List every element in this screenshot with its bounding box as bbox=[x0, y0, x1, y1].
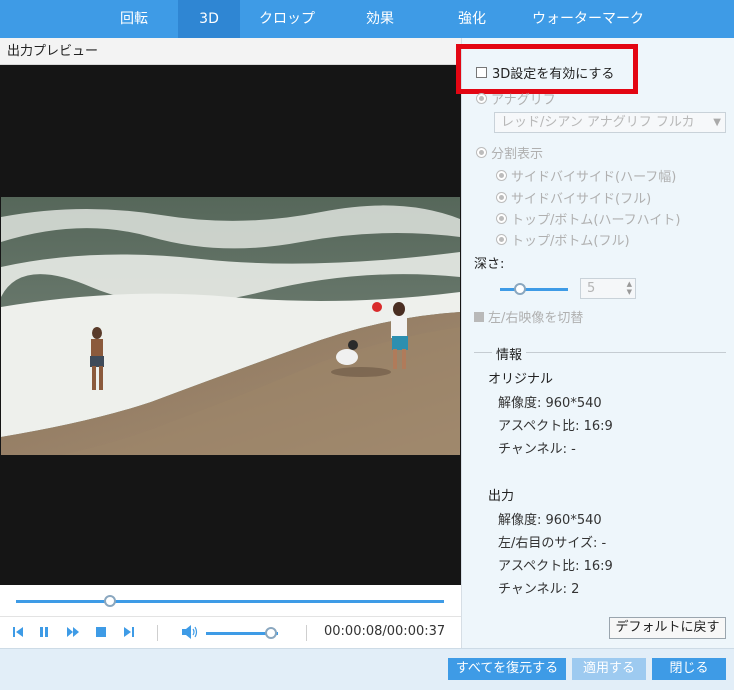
stepper-arrows-icon[interactable]: ▲ ▼ bbox=[627, 280, 632, 296]
split-radio[interactable]: 分割表示 bbox=[476, 143, 543, 162]
pause-icon[interactable] bbox=[36, 623, 52, 641]
depth-label: 深さ: bbox=[474, 257, 505, 272]
tab-3d[interactable]: 3D bbox=[178, 0, 240, 38]
original-channel: チャンネル: - bbox=[498, 442, 576, 457]
split-option-top-bottom-full[interactable]: トップ/ボトム(フル) bbox=[496, 230, 630, 249]
output-channel: チャンネル: 2 bbox=[498, 582, 580, 597]
restore-all-button[interactable]: すべてを復元する bbox=[448, 658, 566, 680]
depth-slider-handle[interactable] bbox=[514, 283, 526, 295]
tab-enhance[interactable]: 強化 bbox=[426, 0, 518, 38]
video-area bbox=[0, 65, 461, 585]
divider bbox=[157, 625, 158, 641]
tab-crop[interactable]: クロップ bbox=[240, 0, 334, 38]
bottom-bar: すべてを復元する 適用する 閉じる bbox=[0, 648, 734, 690]
split-option-full[interactable]: サイドバイサイド(フル) bbox=[496, 188, 651, 207]
enable-3d-label: 3D設定を有効にする bbox=[492, 67, 615, 82]
depth-value: 5 bbox=[587, 281, 596, 296]
radio-icon bbox=[496, 234, 507, 245]
settings-panel: 3D設定を有効にする アナグリフ レッド/シアン アナグリフ フルカ ▼ 分割表… bbox=[456, 38, 734, 648]
split-option-label: トップ/ボトム(フル) bbox=[511, 234, 630, 249]
preview-title: 出力プレビュー bbox=[0, 38, 461, 65]
split-option-label: トップ/ボトム(ハーフハイト) bbox=[511, 213, 681, 228]
enable-3d-checkbox[interactable]: 3D設定を有効にする bbox=[476, 63, 614, 82]
tab-watermark[interactable]: ウォーターマーク bbox=[518, 0, 658, 38]
video-frame bbox=[1, 197, 460, 455]
radio-icon bbox=[496, 192, 507, 203]
original-aspect: アスペクト比: 16:9 bbox=[498, 419, 613, 434]
anaglyph-select[interactable]: レッド/シアン アナグリフ フルカ ▼ bbox=[494, 112, 726, 133]
split-option-half-width[interactable]: サイドバイサイド(ハーフ幅) bbox=[496, 166, 676, 185]
preview-pane: 出力プレビュー 00:00:08/00:00:37 bbox=[0, 38, 461, 648]
original-resolution: 解像度: 960*540 bbox=[498, 396, 602, 411]
stop-icon[interactable] bbox=[93, 623, 109, 641]
anaglyph-select-value: レッド/シアン アナグリフ フルカ bbox=[501, 115, 695, 130]
fast-forward-icon[interactable] bbox=[65, 623, 81, 641]
split-option-label: サイドバイサイド(ハーフ幅) bbox=[511, 170, 677, 185]
anaglyph-label: アナグリフ bbox=[491, 93, 556, 108]
seek-handle[interactable] bbox=[104, 595, 117, 607]
radio-icon bbox=[496, 213, 507, 224]
output-heading: 出力 bbox=[488, 489, 515, 504]
split-label: 分割表示 bbox=[491, 147, 544, 162]
seek-bar[interactable] bbox=[0, 588, 461, 614]
apply-button[interactable]: 適用する bbox=[572, 658, 646, 680]
player-controls: 00:00:08/00:00:37 bbox=[0, 616, 461, 648]
tab-effects[interactable]: 効果 bbox=[334, 0, 426, 38]
volume-handle[interactable] bbox=[264, 627, 277, 639]
split-option-top-bottom-half[interactable]: トップ/ボトム(ハーフハイト) bbox=[496, 209, 680, 228]
volume-icon[interactable] bbox=[180, 623, 200, 641]
chevron-down-icon: ▼ bbox=[713, 117, 721, 128]
seek-track[interactable] bbox=[16, 600, 444, 603]
original-heading: オリジナル bbox=[488, 372, 554, 387]
radio-icon bbox=[476, 93, 487, 104]
depth-slider-track[interactable] bbox=[500, 288, 568, 291]
checkbox-box[interactable] bbox=[474, 311, 484, 322]
depth-stepper[interactable]: 5 ▲ ▼ bbox=[580, 278, 636, 299]
radio-icon bbox=[496, 170, 507, 181]
split-option-label: サイドバイサイド(フル) bbox=[511, 192, 652, 207]
restore-default-button[interactable]: デフォルトに戻す bbox=[609, 617, 726, 639]
info-title: 情報 bbox=[492, 344, 527, 363]
radio-icon bbox=[476, 147, 487, 158]
anaglyph-radio[interactable]: アナグリフ bbox=[476, 89, 556, 108]
tab-rotate[interactable]: 回転 bbox=[90, 0, 178, 38]
time-display: 00:00:08/00:00:37 bbox=[324, 624, 446, 639]
tab-bar: 回転 3D クロップ 効果 強化 ウォーターマーク bbox=[0, 0, 734, 38]
output-aspect: アスペクト比: 16:9 bbox=[498, 559, 613, 574]
output-lr-size: 左/右目のサイズ: - bbox=[498, 536, 607, 551]
swap-lr-checkbox[interactable]: 左/右映像を切替 bbox=[474, 307, 583, 326]
checkbox-box[interactable] bbox=[476, 67, 487, 78]
swap-lr-label: 左/右映像を切替 bbox=[488, 311, 584, 326]
output-resolution: 解像度: 960*540 bbox=[498, 513, 602, 528]
skip-forward-icon[interactable] bbox=[121, 623, 137, 641]
divider bbox=[306, 625, 307, 641]
skip-back-icon[interactable] bbox=[10, 623, 26, 641]
close-button[interactable]: 閉じる bbox=[652, 658, 726, 680]
